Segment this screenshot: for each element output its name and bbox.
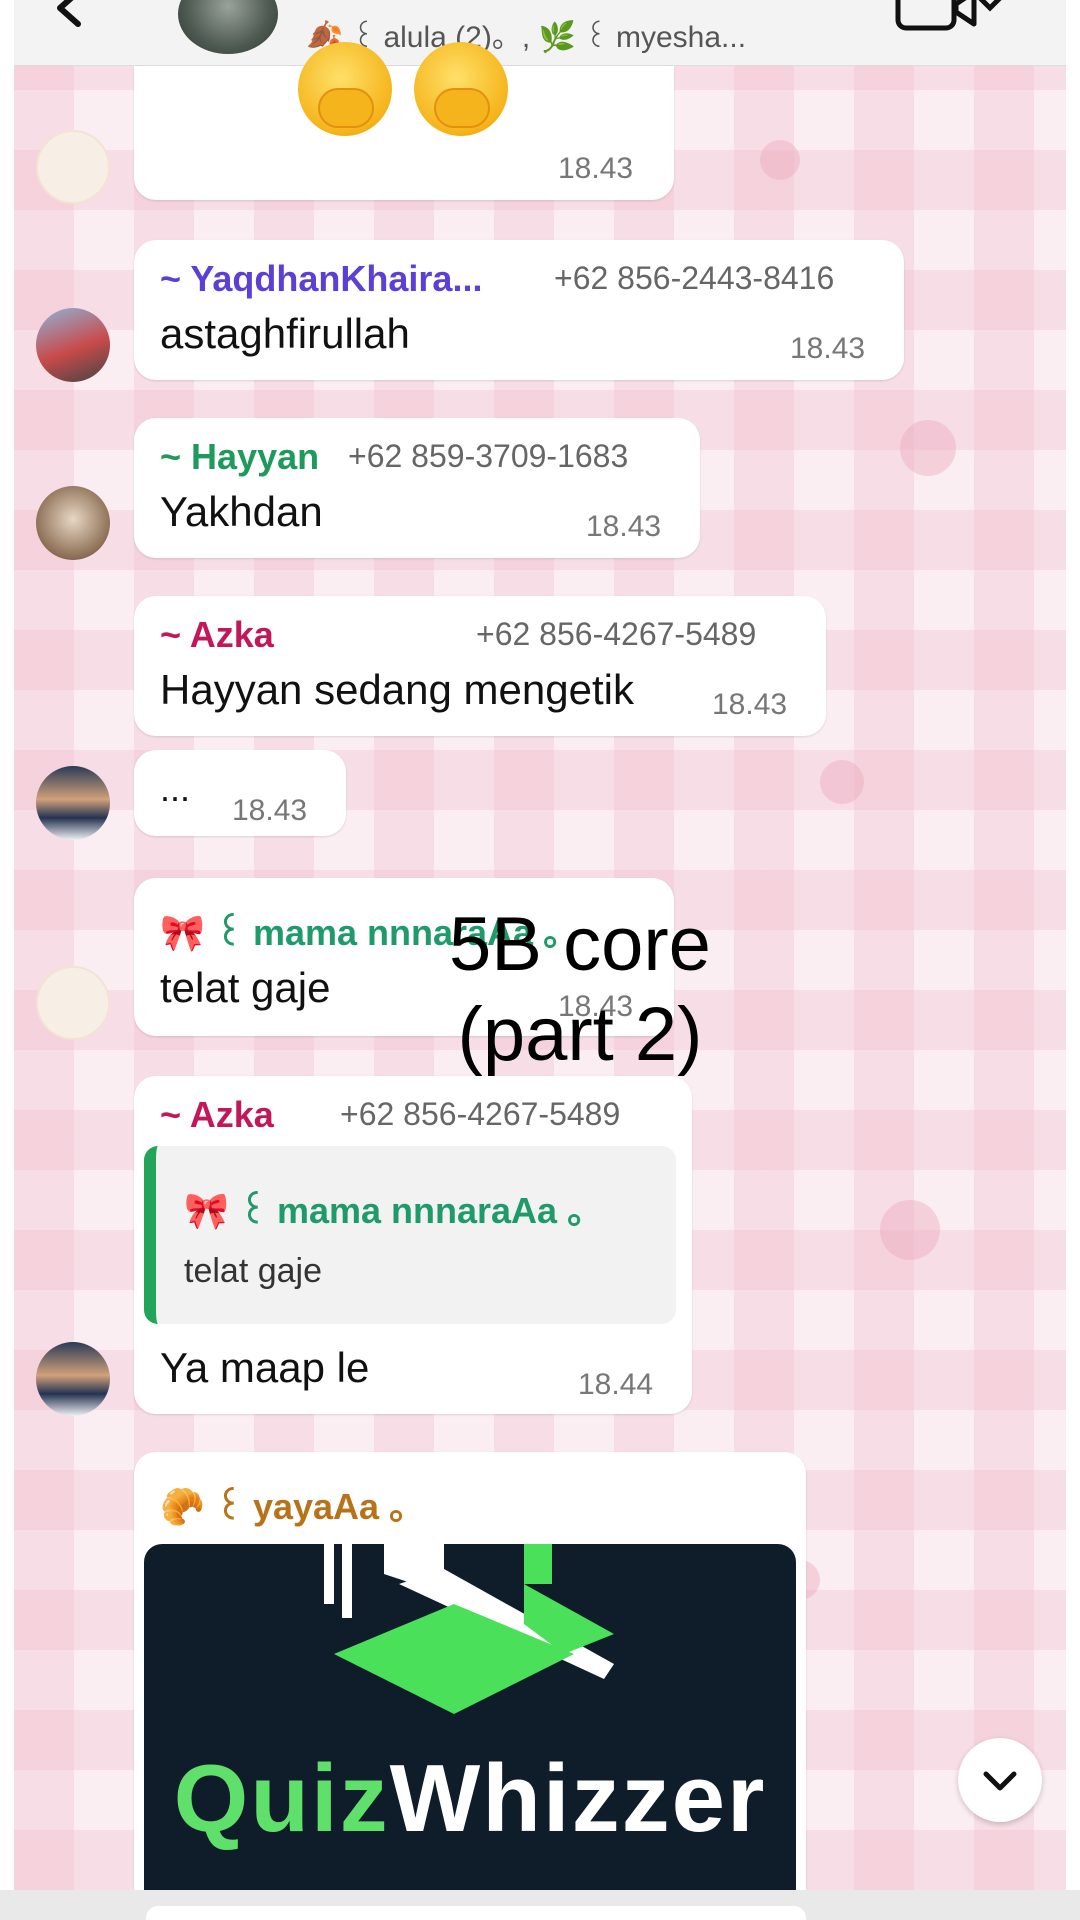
message-bubble[interactable]: ~ YaqdhanKhaira... +62 856-2443-8416 ast… [134,240,904,380]
sender-avatar[interactable] [36,766,110,840]
wallpaper-dot [820,760,864,804]
message-text: telat gaje [160,964,331,1011]
quoted-sender: 🎀 ꒰ mama nnnaraAa 。 [184,1190,604,1231]
image-message-bubble[interactable]: 🥐 ꒰ yayaAa 。 QuizWhizzer [134,1452,806,1890]
message-bubble[interactable]: ~ Azka +62 856-4267-5489 Hayyan sedang m… [134,596,826,736]
sender-avatar[interactable] [36,130,110,204]
hand-over-mouth-emoji [414,42,508,136]
sender-avatar[interactable] [36,308,110,382]
group-members-subtitle[interactable]: 🍂 ꒰ alula (2)。, 🌿 ꒰ myesha... [306,12,746,56]
sender-name[interactable]: ~ Hayyan [160,436,319,478]
quoted-message[interactable]: 🎀 ꒰ mama nnnaraAa 。 telat gaje [144,1146,676,1324]
message-bubble[interactable]: ~ Azka +62 856-4267-5489 🎀 ꒰ mama nnnara… [134,1076,692,1414]
message-bubble[interactable]: ~ Hayyan +62 859-3709-1683 Yakhdan 18.43 [134,418,700,558]
sender-name[interactable]: 🥐 ꒰ yayaAa 。 [160,1478,425,1530]
wallpaper-dot [760,140,800,180]
quizwhizzer-logo-icon [324,1544,614,1714]
video-call-icon[interactable] [894,0,1004,34]
sender-phone: +62 856-4267-5489 [476,616,757,652]
back-icon[interactable] [44,0,94,36]
wallpaper-dot [880,1200,940,1260]
quizwhizzer-image[interactable]: QuizWhizzer [144,1544,796,1890]
sender-name[interactable]: ~ YaqdhanKhaira... [160,258,482,300]
quizwhizzer-wordmark: QuizWhizzer [173,1745,767,1852]
sender-name[interactable]: ~ Azka [160,614,274,656]
screen-edge [1066,0,1080,1890]
chat-header: 🍂 ꒰ alula (2)。, 🌿 ꒰ myesha... [14,0,1066,66]
message-text: ... [160,768,191,809]
message-time: 18.43 [586,510,662,543]
message-time: 18.44 [578,1368,654,1401]
message-time: 18.43 [232,794,308,827]
message-time: 18.43 [790,332,866,365]
message-time: 18.43 [712,688,788,721]
sender-avatar[interactable] [36,486,110,560]
chevron-down-icon [983,1771,1017,1791]
message-text: Hayyan sedang mengetik [160,666,634,713]
caption-line: 5B core [449,902,711,987]
quoted-text: telat gaje [184,1252,322,1290]
message-input[interactable] [146,1906,806,1920]
message-text: Yakhdan [160,488,323,535]
sender-avatar[interactable] [36,966,110,1040]
caption-line: (part 2) [457,992,703,1077]
video-overlay-caption: 5B core (part 2) [380,900,780,1080]
group-avatar[interactable] [178,0,278,54]
scroll-to-bottom-button[interactable] [958,1738,1042,1822]
message-bubble[interactable]: 18.43 [134,42,674,200]
message-bubble[interactable]: ... 18.43 [134,750,346,836]
sender-name[interactable]: ~ Azka [160,1094,274,1136]
message-time: 18.43 [558,152,634,185]
wallpaper-dot [900,420,956,476]
sender-phone: +62 856-4267-5489 [340,1096,621,1132]
message-text: astaghfirullah [160,310,410,357]
hand-over-mouth-emoji [298,42,392,136]
message-text: Ya maap le [160,1344,370,1391]
sender-phone: +62 859-3709-1683 [348,438,629,474]
sender-phone: +62 856-2443-8416 [554,260,835,296]
sender-avatar[interactable] [36,1342,110,1416]
screen-edge [0,0,14,1890]
